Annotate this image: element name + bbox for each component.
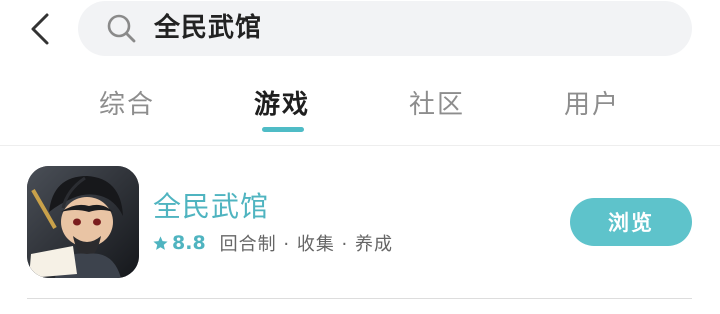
chevron-left-icon — [31, 13, 49, 45]
tabs-divider — [0, 145, 720, 146]
back-button[interactable] — [22, 9, 58, 49]
result-divider — [27, 298, 692, 299]
search-input[interactable]: 全民武馆 — [78, 1, 692, 56]
game-tags: 回合制 · 收集 · 养成 — [219, 234, 394, 255]
star-icon — [153, 235, 168, 250]
game-icon[interactable] — [27, 166, 139, 278]
search-icon — [107, 14, 136, 43]
tab-community[interactable]: 社区 — [409, 84, 465, 121]
active-tab-indicator — [262, 127, 304, 132]
rating-value: 8.8 — [172, 232, 206, 254]
browse-button[interactable]: 浏览 — [570, 198, 692, 246]
game-icon-art — [27, 166, 139, 278]
tab-games[interactable]: 游戏 — [254, 84, 310, 121]
result-tabs: 综合 游戏 社区 用户 — [0, 74, 720, 134]
tab-general[interactable]: 综合 — [99, 84, 155, 121]
game-meta: 8.8 回合制 · 收集 · 养成 — [152, 231, 393, 255]
search-results-screen: 全民武馆 综合 游戏 社区 用户 全民武馆 8.8 回合制 · 收集 · 养成 … — [0, 0, 720, 314]
game-title[interactable]: 全民武馆 — [153, 185, 269, 225]
search-query: 全民武馆 — [154, 13, 263, 43]
tab-users[interactable]: 用户 — [564, 84, 620, 121]
